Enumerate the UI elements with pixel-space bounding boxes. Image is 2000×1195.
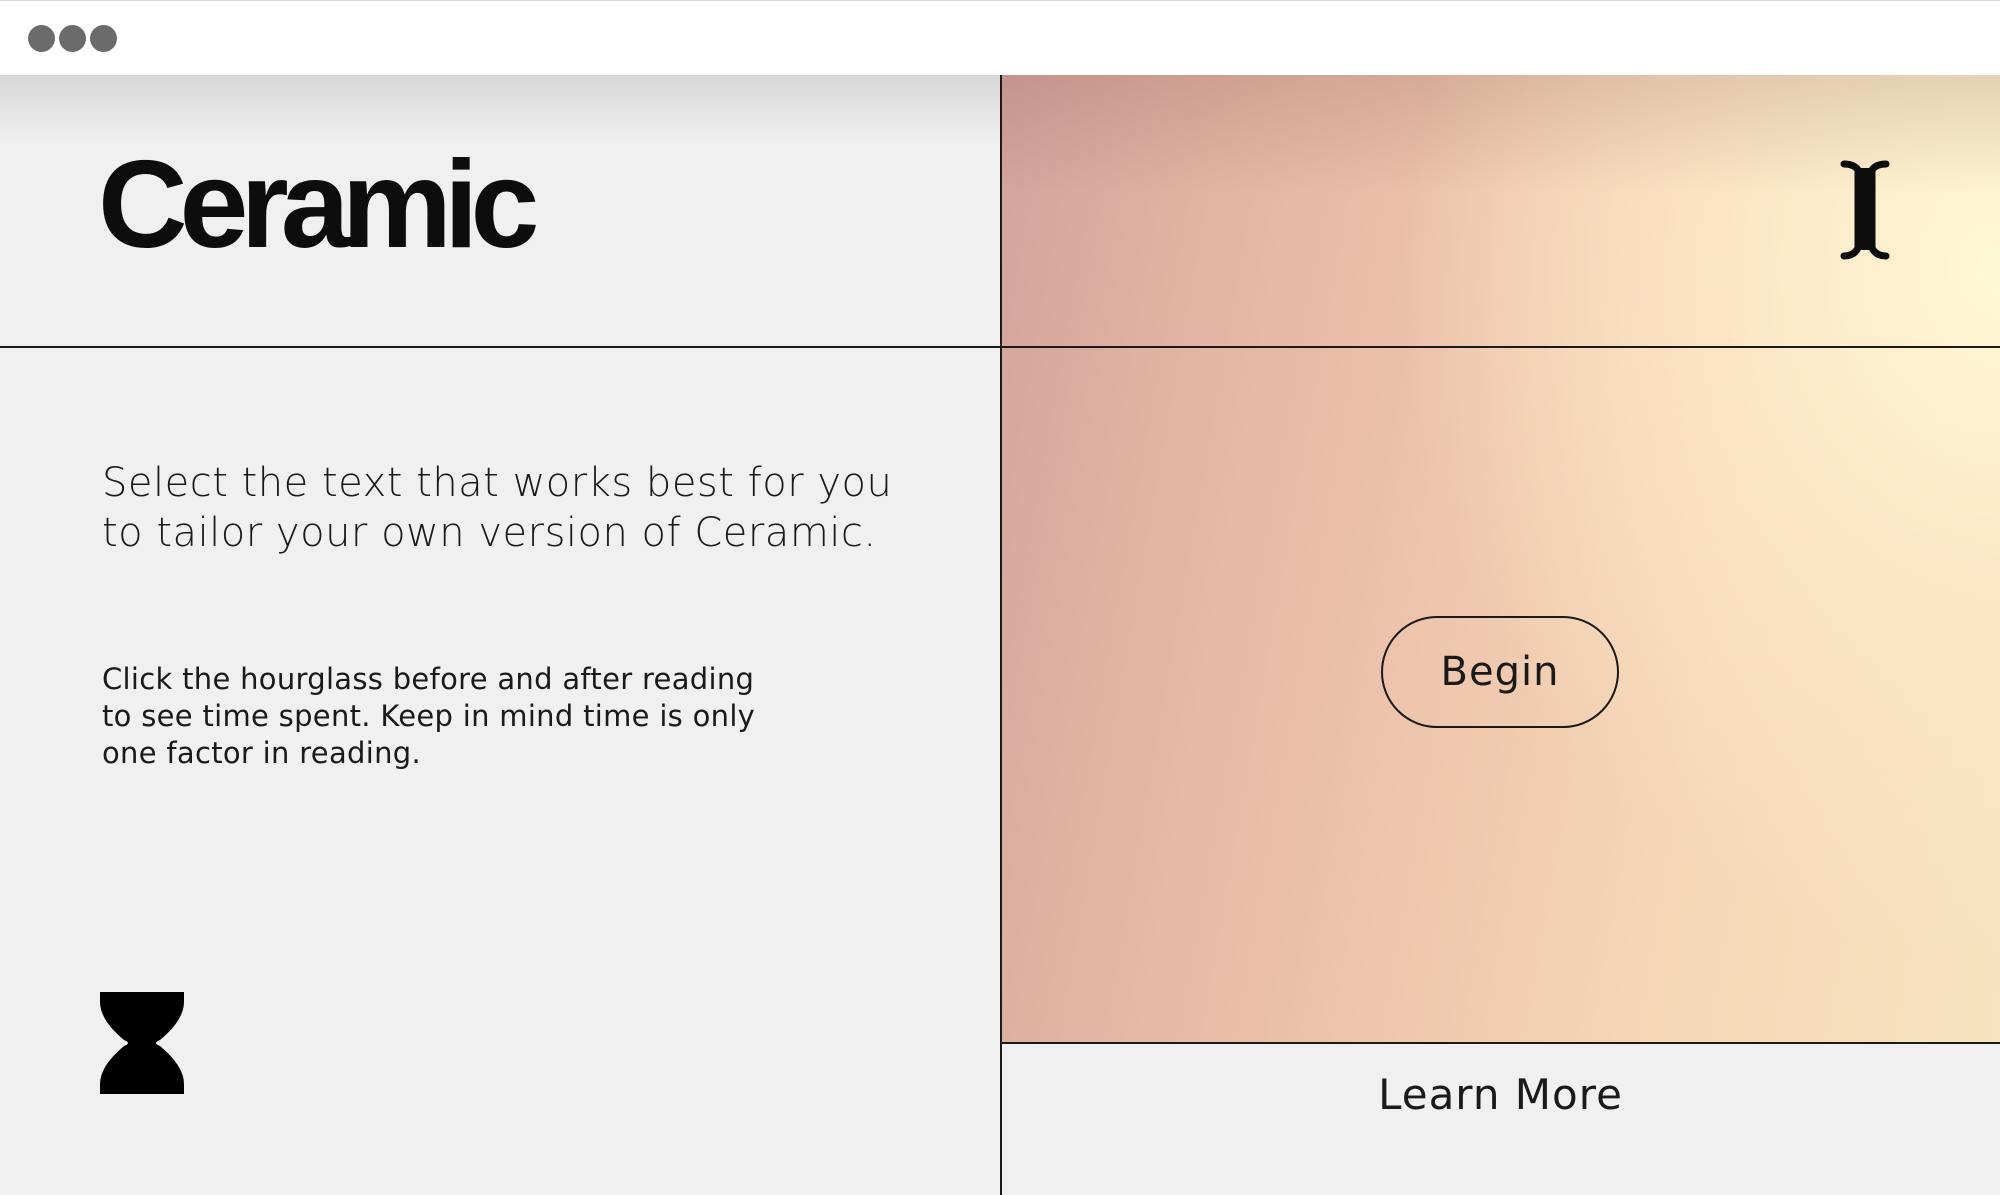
header-shadow	[0, 75, 1000, 145]
hourglass-icon[interactable]	[100, 992, 184, 1094]
intro-instructions: Click the hourglass before and after rea…	[102, 662, 756, 770]
window-control-dot[interactable]	[28, 25, 55, 52]
browser-window: Ceramic Select the text that works best …	[0, 0, 2000, 1195]
browser-chrome	[0, 0, 2000, 75]
window-control-dot[interactable]	[59, 25, 86, 52]
brand-logo: Ceramic	[98, 136, 539, 274]
header-divider	[0, 346, 2000, 348]
window-control-dot[interactable]	[90, 25, 117, 52]
learn-more-link[interactable]: Learn More	[1001, 1044, 2000, 1195]
text-cursor-icon[interactable]	[1840, 160, 1890, 260]
page: Ceramic Select the text that works best …	[0, 75, 2000, 1195]
begin-button[interactable]: Begin	[1381, 616, 1619, 728]
window-controls	[28, 25, 117, 52]
vertical-divider	[1000, 75, 1002, 1195]
intro-headline: Select the text that works best for you …	[102, 460, 893, 556]
